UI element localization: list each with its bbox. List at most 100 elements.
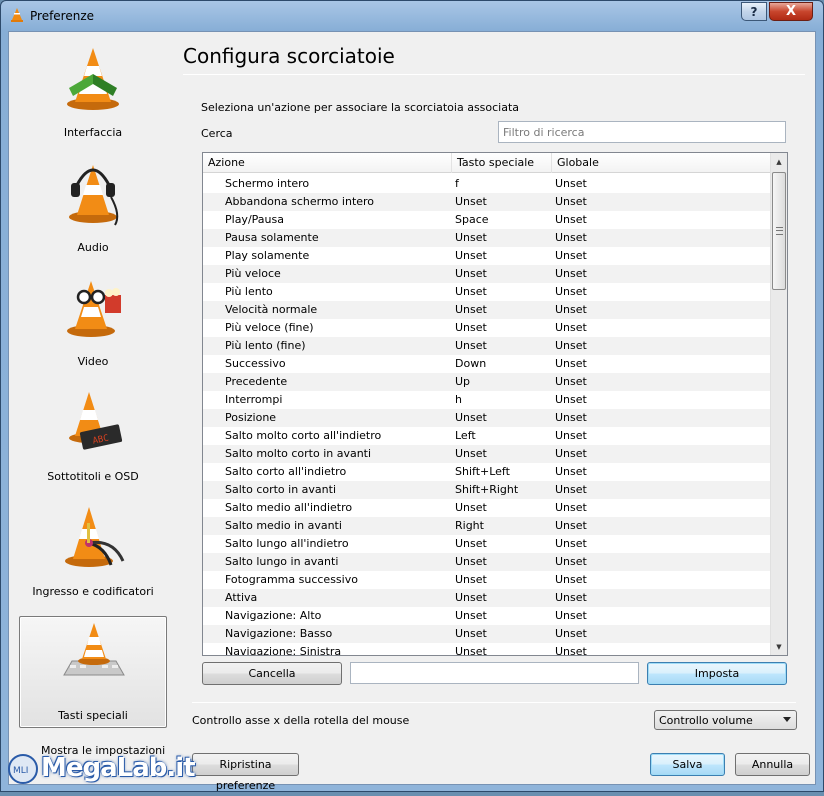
- sidebar-item-interfaccia[interactable]: Interfaccia: [19, 38, 167, 150]
- cell-global: Unset: [555, 501, 587, 514]
- table-row[interactable]: Più veloce (fine) Unset Unset: [203, 319, 770, 337]
- cell-action: Play/Pausa: [225, 213, 284, 226]
- shortcuts-panel: Configura scorciatoie Seleziona un'azion…: [183, 42, 810, 792]
- sidebar-item-tasti-speciali[interactable]: Tasti speciali: [19, 616, 167, 728]
- sidebar-item-audio[interactable]: Audio: [19, 153, 167, 265]
- scroll-up-icon[interactable]: ▲: [771, 153, 787, 170]
- table-row[interactable]: Salto lungo in avanti Unset Unset: [203, 553, 770, 571]
- table-header: Azione Tasto speciale Globale: [203, 153, 770, 173]
- cell-global: Unset: [555, 231, 587, 244]
- cell-action: Salto corto in avanti: [225, 483, 337, 496]
- cell-hotkey: Unset: [455, 195, 487, 208]
- sidebar-item-video[interactable]: Video: [19, 267, 167, 379]
- table-row[interactable]: Più lento (fine) Unset Unset: [203, 337, 770, 355]
- column-header-globale[interactable]: Globale: [552, 153, 770, 173]
- search-input[interactable]: [498, 121, 786, 143]
- cell-hotkey: h: [455, 393, 462, 406]
- table-row[interactable]: Salto medio all'indietro Unset Unset: [203, 499, 770, 517]
- sidebar-item-ingresso[interactable]: Ingresso e codificatori: [19, 497, 167, 609]
- cell-hotkey: Space: [455, 213, 489, 226]
- cell-hotkey: Unset: [455, 303, 487, 316]
- sidebar-item-label: Interfaccia: [63, 126, 123, 139]
- reset-preferences-button[interactable]: Ripristina preferenze: [192, 753, 299, 792]
- table-scrollbar[interactable]: ▲ ▼: [770, 153, 787, 655]
- table-row[interactable]: Salto corto all'indietro Shift+Left Unset: [203, 463, 770, 481]
- cell-hotkey: Unset: [455, 267, 487, 280]
- scroll-down-icon[interactable]: ▼: [771, 638, 787, 655]
- cell-global: Unset: [555, 303, 587, 316]
- title-divider: [183, 74, 805, 75]
- scroll-thumb[interactable]: [772, 172, 786, 290]
- mouse-wheel-label: Controllo asse x della rotella del mouse: [192, 714, 410, 727]
- cell-global: Unset: [555, 537, 587, 550]
- set-button[interactable]: Imposta: [647, 662, 787, 685]
- table-row[interactable]: Pausa solamente Unset Unset: [203, 229, 770, 247]
- cell-hotkey: Down: [455, 357, 487, 370]
- column-header-tasto-speciale[interactable]: Tasto speciale: [452, 153, 552, 173]
- shortcuts-table[interactable]: Azione Tasto speciale Globale Schermo in…: [202, 152, 788, 656]
- cell-action: Precedente: [225, 375, 288, 388]
- section-divider: [192, 702, 796, 703]
- cell-action: Schermo intero: [225, 177, 310, 190]
- table-row[interactable]: Navigazione: Sinistra Unset Unset: [203, 643, 770, 656]
- cell-global: Unset: [555, 519, 587, 532]
- title-bar[interactable]: Preferenze ? X: [1, 1, 823, 31]
- table-row[interactable]: Velocità normale Unset Unset: [203, 301, 770, 319]
- cell-hotkey: Unset: [455, 537, 487, 550]
- table-row[interactable]: Salto molto corto in avanti Unset Unset: [203, 445, 770, 463]
- mouse-wheel-selected: Controllo volume: [659, 714, 753, 727]
- vlc-cone-headphones-icon: [69, 165, 119, 226]
- cell-action: Interrompi: [225, 393, 283, 406]
- sidebar-item-label: Ingresso e codificatori: [32, 585, 154, 598]
- cell-action: Navigazione: Alto: [225, 609, 322, 622]
- close-button[interactable]: X: [769, 2, 813, 21]
- mouse-wheel-select[interactable]: Controllo volume: [654, 710, 797, 730]
- vlc-cone-icon: [67, 48, 119, 110]
- cell-global: Unset: [555, 213, 587, 226]
- cell-global: Unset: [555, 645, 587, 656]
- cell-global: Unset: [555, 447, 587, 460]
- watermark-text: MegaLab.it: [41, 753, 196, 783]
- window-title: Preferenze: [30, 9, 95, 23]
- table-row[interactable]: Play solamente Unset Unset: [203, 247, 770, 265]
- table-row[interactable]: Salto medio in avanti Right Unset: [203, 517, 770, 535]
- table-row[interactable]: Abbandona schermo intero Unset Unset: [203, 193, 770, 211]
- cell-action: Navigazione: Basso: [225, 627, 333, 640]
- cell-hotkey: Unset: [455, 627, 487, 640]
- save-button[interactable]: Salva: [650, 753, 725, 776]
- table-row[interactable]: Schermo intero f Unset: [203, 175, 770, 193]
- column-header-azione[interactable]: Azione: [203, 153, 452, 173]
- table-row[interactable]: Navigazione: Alto Unset Unset: [203, 607, 770, 625]
- table-row[interactable]: Attiva Unset Unset: [203, 589, 770, 607]
- cell-action: Salto corto all'indietro: [225, 465, 347, 478]
- table-row[interactable]: Posizione Unset Unset: [203, 409, 770, 427]
- sidebar-item-sottotitoli[interactable]: ABC Sottotitoli e OSD: [19, 382, 167, 494]
- cell-action: Abbandona schermo intero: [225, 195, 375, 208]
- page-title: Configura scorciatoie: [183, 44, 395, 68]
- table-row[interactable]: Salto molto corto all'indietro Left Unset: [203, 427, 770, 445]
- cell-global: Unset: [555, 591, 587, 604]
- key-capture-field[interactable]: [350, 662, 639, 684]
- table-row[interactable]: Precedente Up Unset: [203, 373, 770, 391]
- table-row[interactable]: Più lento Unset Unset: [203, 283, 770, 301]
- table-row[interactable]: Più veloce Unset Unset: [203, 265, 770, 283]
- cell-action: Navigazione: Sinistra: [225, 645, 342, 656]
- cancel-button[interactable]: Annulla: [735, 753, 810, 776]
- grip-icon: [776, 227, 783, 235]
- table-row[interactable]: Navigazione: Basso Unset Unset: [203, 625, 770, 643]
- cell-action: Fotogramma successivo: [225, 573, 358, 586]
- help-button[interactable]: ?: [741, 2, 767, 21]
- cell-hotkey: Unset: [455, 321, 487, 334]
- watermark-logo: MLI MegaLab.it: [1, 747, 196, 793]
- cell-action: Successivo: [225, 357, 286, 370]
- vlc-cone-cables-icon: [65, 507, 125, 567]
- table-row[interactable]: Salto lungo all'indietro Unset Unset: [203, 535, 770, 553]
- chevron-down-icon: [783, 717, 791, 722]
- table-row[interactable]: Fotogramma successivo Unset Unset: [203, 571, 770, 589]
- clear-button[interactable]: Cancella: [202, 662, 342, 685]
- cell-hotkey: Unset: [455, 249, 487, 262]
- table-row[interactable]: Salto corto in avanti Shift+Right Unset: [203, 481, 770, 499]
- table-row[interactable]: Interrompi h Unset: [203, 391, 770, 409]
- table-row[interactable]: Play/Pausa Space Unset: [203, 211, 770, 229]
- table-row[interactable]: Successivo Down Unset: [203, 355, 770, 373]
